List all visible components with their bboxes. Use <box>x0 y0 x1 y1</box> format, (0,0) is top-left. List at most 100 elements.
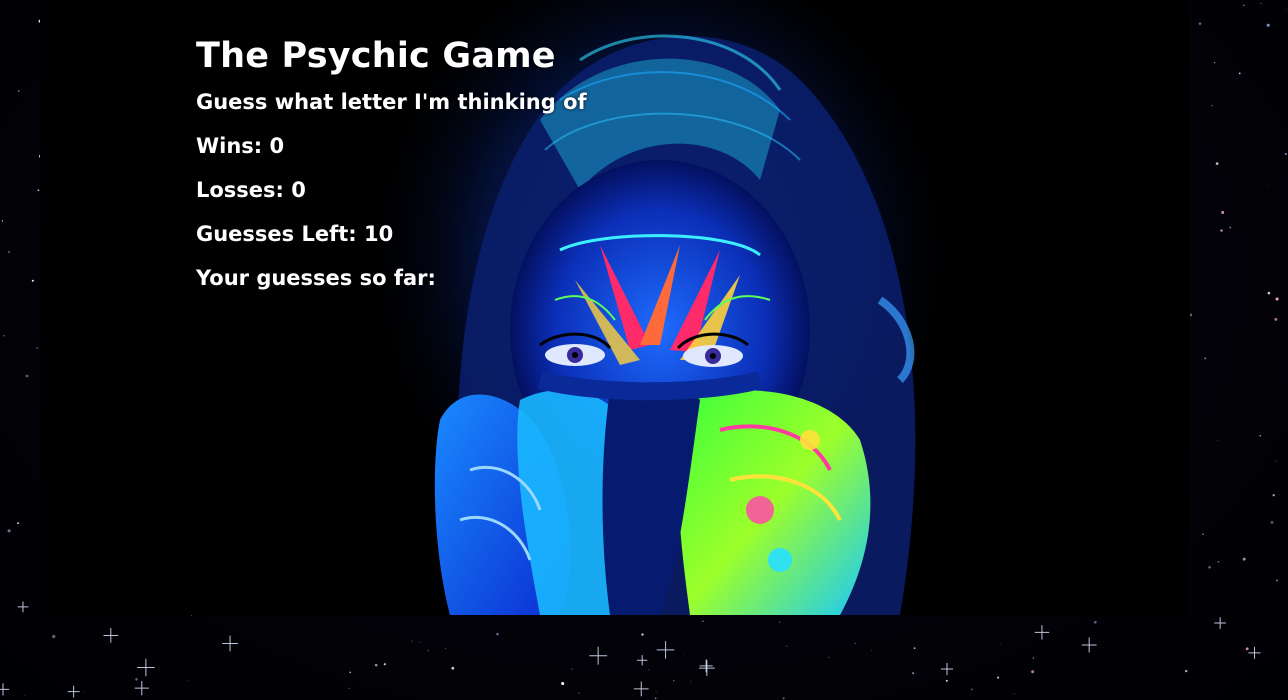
star <box>1184 669 1188 673</box>
star <box>1208 565 1211 569</box>
star <box>31 279 34 282</box>
sparkle <box>103 628 119 643</box>
star <box>84 691 85 693</box>
sparkle <box>0 683 10 696</box>
star <box>1242 4 1245 7</box>
losses-value: 0 <box>291 178 306 202</box>
star <box>1272 494 1275 497</box>
star <box>374 663 378 667</box>
star <box>970 688 973 691</box>
star <box>1274 317 1278 321</box>
star <box>1032 657 1035 659</box>
star <box>1213 61 1216 64</box>
star <box>348 687 350 689</box>
star <box>25 374 29 378</box>
star <box>648 669 650 671</box>
star <box>24 695 25 697</box>
sparkle <box>940 663 954 676</box>
star <box>945 679 948 682</box>
star <box>7 250 11 253</box>
game-hud: The Psychic Game Guess what letter I'm t… <box>196 36 587 310</box>
star <box>1093 620 1097 624</box>
guesses-so-far-label: Your guesses so far: <box>196 266 444 290</box>
wins-value: 0 <box>269 134 285 158</box>
star <box>1266 184 1268 186</box>
losses-label: Losses: <box>196 178 292 202</box>
star <box>1220 229 1223 232</box>
star <box>1275 297 1279 301</box>
star <box>1204 357 1207 360</box>
star <box>655 691 657 692</box>
star <box>3 334 5 337</box>
instruction-text: Guess what letter I'm thinking of <box>196 90 587 114</box>
sparkle <box>656 641 675 659</box>
star <box>1275 460 1277 462</box>
star <box>496 633 499 636</box>
star <box>571 668 573 670</box>
star <box>135 678 138 681</box>
guesses-so-far: Your guesses so far: <box>196 266 587 294</box>
sparkle <box>1214 617 1227 629</box>
sparkle <box>222 635 238 652</box>
sparkle <box>699 660 715 676</box>
star <box>871 650 873 652</box>
star <box>7 529 11 533</box>
star <box>786 645 788 647</box>
star <box>1267 291 1271 295</box>
star <box>451 666 455 670</box>
game-title: The Psychic Game <box>196 36 556 76</box>
game-screen: The Psychic Game Guess what letter I'm t… <box>0 0 1288 700</box>
star <box>673 680 675 682</box>
sparkle <box>699 659 713 673</box>
star <box>419 641 421 643</box>
star <box>1285 153 1287 155</box>
star <box>782 697 785 700</box>
star <box>578 692 580 694</box>
star <box>1270 520 1274 524</box>
star <box>654 697 657 700</box>
guesses-left-label: Guesses Left: <box>196 222 364 246</box>
star <box>1211 104 1213 107</box>
star <box>1259 435 1261 437</box>
star <box>1217 560 1220 563</box>
sparkle <box>17 601 29 613</box>
star <box>1216 440 1218 441</box>
star <box>445 648 446 650</box>
star <box>828 656 830 658</box>
sparkle <box>637 655 648 666</box>
star <box>36 347 39 349</box>
right-hand <box>678 390 871 615</box>
star <box>1013 693 1015 695</box>
star <box>999 643 1001 645</box>
guesses-left-counter: Guesses Left: 10 <box>196 222 587 250</box>
sparkle <box>137 658 155 677</box>
sparkle <box>1248 646 1261 659</box>
star <box>349 671 352 674</box>
star <box>690 680 692 682</box>
star <box>997 676 1000 679</box>
guesses-left-value: 10 <box>364 222 394 246</box>
star <box>683 654 685 656</box>
sparkle <box>589 646 608 665</box>
star <box>702 620 704 622</box>
star <box>1242 557 1246 561</box>
star <box>411 640 413 642</box>
star <box>1238 72 1241 75</box>
game-panel: The Psychic Game Guess what letter I'm t… <box>40 0 1190 615</box>
star <box>18 90 20 92</box>
wins-label: Wins: <box>196 134 270 158</box>
star <box>854 642 856 644</box>
star <box>912 672 915 675</box>
star <box>187 680 189 682</box>
sparkle <box>134 680 149 696</box>
star <box>1221 211 1225 214</box>
star <box>1276 579 1278 582</box>
star <box>383 663 386 666</box>
star <box>641 633 644 636</box>
star <box>590 648 591 650</box>
sparkle <box>1034 625 1050 640</box>
star <box>1285 9 1287 11</box>
wins-counter: Wins: 0 <box>196 134 587 162</box>
losses-counter: Losses: 0 <box>196 178 587 206</box>
star <box>427 649 430 652</box>
